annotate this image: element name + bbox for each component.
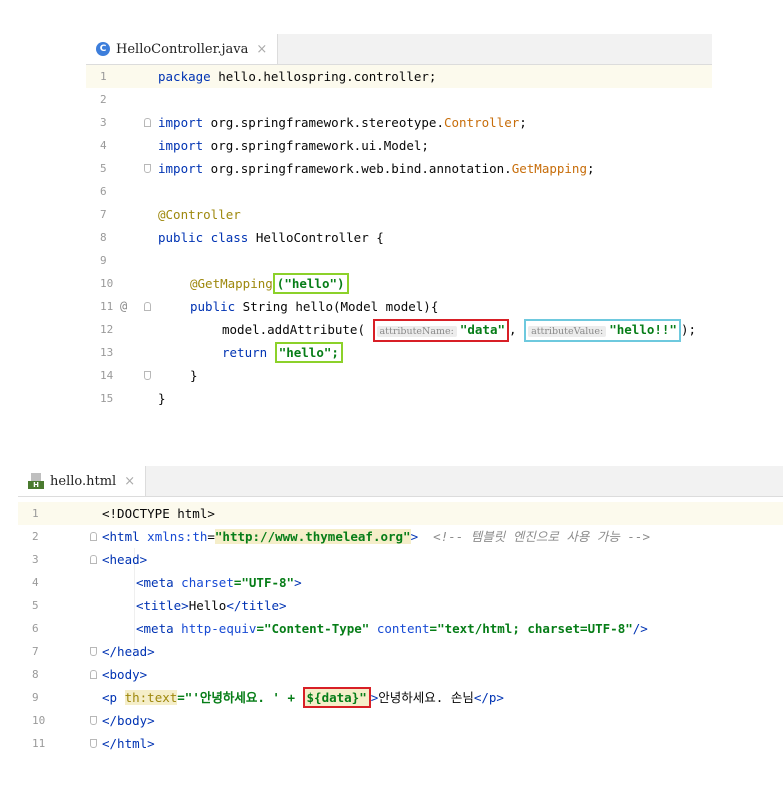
- html-tab-bar: H hello.html ×: [18, 466, 783, 497]
- code-line: 14 }: [100, 368, 198, 383]
- code-line: 6: [100, 185, 107, 198]
- close-icon[interactable]: ×: [124, 474, 135, 489]
- tab-hellocontroller-java[interactable]: C HelloController.java ×: [86, 34, 279, 64]
- fold-icon[interactable]: [90, 555, 97, 564]
- fold-icon[interactable]: [90, 532, 97, 541]
- highlight-getmapping-path: ("hello"): [272, 273, 349, 294]
- html-editor-panel: H hello.html × 1 <!DOCTYPE html> 2 <html…: [18, 466, 783, 776]
- code-line: 5 <title>Hello</title>: [32, 598, 287, 613]
- fold-icon[interactable]: [144, 164, 151, 173]
- code-line: 9 <p th:text="'안녕하세요. ' + ${data}" >안녕하세요…: [18, 686, 783, 709]
- code-line: 3 import org.springframework.stereotype.…: [100, 115, 527, 130]
- fold-icon[interactable]: [90, 670, 97, 679]
- code-line: 16: [86, 410, 712, 412]
- highlight-return-view: "hello";: [274, 342, 343, 363]
- code-line: 8 public class HelloController {: [100, 230, 384, 245]
- code-line: 2 <html xmlns:th="http://www.thymeleaf.o…: [32, 529, 650, 544]
- highlight-attribute-value: attributeValue: "hello!!": [524, 319, 681, 342]
- code-line: 7 </head>: [32, 644, 155, 659]
- code-line: 4 import org.springframework.ui.Model;: [100, 138, 429, 153]
- fold-icon[interactable]: [144, 302, 151, 311]
- close-icon[interactable]: ×: [256, 42, 267, 57]
- highlight-attribute-name: attributeName: "data": [372, 319, 509, 342]
- fold-icon[interactable]: [90, 716, 97, 725]
- code-line: 9: [100, 254, 107, 267]
- code-line: 8 <body>: [32, 667, 148, 682]
- code-line: 10 @GetMapping ("hello"): [86, 272, 712, 295]
- code-line: 1 <!DOCTYPE html>: [18, 502, 783, 525]
- code-line: 3 <head>: [32, 552, 148, 567]
- code-line: 4 <meta charset="UTF-8">: [32, 575, 302, 590]
- fold-icon[interactable]: [90, 647, 97, 656]
- html-file-icon: H: [28, 473, 44, 489]
- fold-icon[interactable]: [90, 739, 97, 748]
- tab-hello-html[interactable]: H hello.html ×: [18, 466, 147, 496]
- code-line: 7 @Controller: [100, 207, 241, 222]
- java-editor-panel: C HelloController.java × 1 package hello…: [86, 34, 712, 412]
- code-line: 10 </body>: [32, 713, 155, 728]
- html-code-area[interactable]: 1 <!DOCTYPE html> 2 <html xmlns:th="http…: [18, 502, 783, 772]
- mapping-gutter-icon[interactable]: @: [120, 295, 127, 318]
- code-line: 5 import org.springframework.web.bind.an…: [100, 161, 595, 176]
- tab-label: HelloController.java: [116, 41, 249, 57]
- java-code-area[interactable]: 1 package hello.hellospring.controller; …: [86, 65, 712, 412]
- code-line: 11 @ public String hello(Model model){: [86, 295, 712, 318]
- java-class-icon: C: [96, 42, 110, 56]
- code-line: 2: [100, 93, 107, 106]
- fold-icon[interactable]: [144, 371, 151, 380]
- highlight-thymeleaf-expression: ${data}": [302, 687, 371, 708]
- tab-label: hello.html: [50, 473, 117, 489]
- code-line: 13 return "hello";: [86, 341, 712, 364]
- code-line: 1 package hello.hellospring.controller;: [86, 65, 712, 88]
- fold-icon[interactable]: [144, 118, 151, 127]
- code-line: 11 </html>: [32, 736, 155, 751]
- code-line: 15 }: [100, 391, 166, 406]
- code-line: 6 <meta http-equiv="Content-Type" conten…: [32, 621, 648, 636]
- code-line: 12 model.addAttribute( attributeName: "da…: [86, 318, 712, 342]
- java-tab-bar: C HelloController.java ×: [86, 34, 712, 65]
